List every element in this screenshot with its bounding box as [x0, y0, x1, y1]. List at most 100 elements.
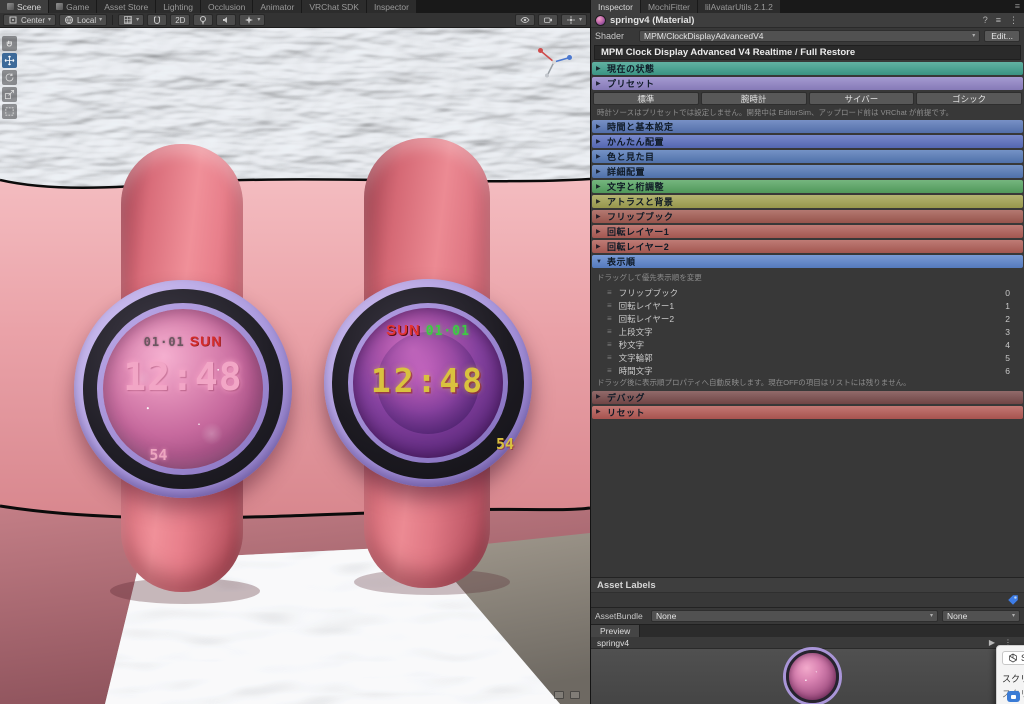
2d-toggle-button[interactable]: 2D: [170, 14, 191, 26]
drag-handle-icon[interactable]: ≡: [607, 340, 612, 349]
tab-lighting[interactable]: Lighting: [156, 0, 201, 13]
shader-edit-button[interactable]: Edit...: [984, 29, 1020, 42]
order-row-seconds-text[interactable]: ≡ 秒文字 4: [591, 338, 1024, 351]
left-watch-time: 12:48: [123, 355, 243, 400]
preset-cyber-button[interactable]: サイバー: [808, 92, 915, 105]
order-row-text-outline[interactable]: ≡ 文字輪郭 5: [591, 351, 1024, 364]
preset-gothic-button[interactable]: ゴシック: [916, 92, 1022, 105]
scene-camera-button[interactable]: [537, 14, 558, 26]
section-header-display-order[interactable]: ▼ 表示順: [592, 255, 1023, 269]
grid-visibility-button[interactable]: ▾: [118, 14, 145, 26]
preview-area[interactable]: [591, 649, 1024, 704]
move-icon: [4, 55, 15, 66]
scale-tool[interactable]: [2, 87, 17, 102]
assetbundle-dropdown[interactable]: None ▾: [651, 610, 938, 622]
drag-handle-icon[interactable]: ≡: [607, 353, 612, 362]
tab-inspector-left[interactable]: Inspector: [366, 0, 417, 13]
section-header-rotation-layer-1[interactable]: ▶ 回転レイヤー1: [592, 225, 1023, 239]
drag-handle-icon[interactable]: ≡: [607, 288, 612, 297]
right-watch-date: 01·01: [425, 323, 470, 339]
section-header-time-basic[interactable]: ▶ 時間と基本設定: [592, 120, 1023, 134]
tab-label: Occlusion: [207, 1, 246, 12]
help-icon[interactable]: ?: [981, 15, 990, 25]
section-header-detail-placement[interactable]: ▶ 詳細配置: [592, 165, 1023, 179]
drag-handle-icon[interactable]: ≡: [607, 314, 612, 323]
orientation-gizmo[interactable]: [534, 42, 574, 82]
kebab-menu-icon[interactable]: ⋮: [1007, 15, 1020, 25]
tab-game[interactable]: Game: [49, 0, 98, 13]
view-hand-tool[interactable]: [2, 36, 17, 51]
scene-effects-button[interactable]: ▾: [239, 14, 266, 26]
order-row-time-text[interactable]: ≡ 時間文字 6: [591, 364, 1024, 377]
assetbundle-variant-dropdown[interactable]: None ▾: [942, 610, 1020, 622]
tab-vrchat-sdk[interactable]: VRChat SDK: [302, 0, 367, 13]
rotate-tool[interactable]: [2, 70, 17, 85]
shader-value: MPM/ClockDisplayAdvancedV4: [644, 30, 764, 41]
preview-play-icon[interactable]: ▶: [989, 638, 995, 647]
tab-mochifitter[interactable]: MochiFitter: [640, 0, 699, 13]
order-item-label: 時間文字: [618, 365, 653, 376]
section-header-easy-placement[interactable]: ▶ かんたん配置: [592, 135, 1023, 149]
order-row-upper-text[interactable]: ≡ 上段文字 3: [591, 325, 1024, 338]
label-tag-icon[interactable]: [1007, 594, 1019, 606]
section-header-preset[interactable]: ▶ プリセット: [592, 77, 1023, 90]
scene-audio-button[interactable]: [216, 14, 237, 26]
rect-tool[interactable]: [2, 104, 17, 119]
section-header-reset[interactable]: ▶ リセット: [592, 405, 1023, 419]
tab-animator[interactable]: Animator: [253, 0, 303, 13]
drag-handle-icon[interactable]: ≡: [607, 301, 612, 310]
tab-asset-store[interactable]: Asset Store: [97, 0, 157, 13]
preset-note: 時計ソースはプリセットでは設定しません。開発中は EditorSim、アップロー…: [597, 108, 954, 117]
pivot-toggle-button[interactable]: Center ▾: [3, 14, 57, 26]
globe-icon: [65, 15, 74, 25]
unity-editor-window: Scene Game Asset Store Lighting Occlusio…: [0, 0, 1024, 704]
order-row-flipbook[interactable]: ≡ フリップブック 0: [591, 286, 1024, 299]
order-item-index: 5: [1005, 352, 1010, 363]
scene-visibility-button[interactable]: [514, 14, 535, 26]
scene-lighting-button[interactable]: [193, 14, 214, 26]
section-header-current-state[interactable]: ▶ 現在の状態: [592, 62, 1023, 75]
tab-label: Animator: [260, 1, 295, 12]
section-header-rotation-layer-2[interactable]: ▶ 回転レイヤー2: [592, 240, 1023, 254]
drag-handle-icon[interactable]: ≡: [607, 366, 612, 375]
space-toggle-button[interactable]: Local ▾: [59, 14, 108, 26]
foldout-icon: ▶: [596, 65, 601, 72]
foldout-icon: ▶: [596, 213, 601, 220]
order-row-rotation-1[interactable]: ≡ 回転レイヤー1 1: [591, 299, 1024, 312]
section-label: 表示順: [607, 257, 636, 268]
material-sphere-icon: [595, 14, 606, 26]
section-label: かんたん配置: [607, 137, 665, 148]
space-label: Local: [77, 15, 97, 25]
order-row-rotation-2[interactable]: ≡ 回転レイヤー2 2: [591, 312, 1024, 325]
viewport-overlay-icon[interactable]: [570, 691, 580, 699]
chevron-down-icon: ▾: [48, 17, 52, 23]
drag-handle-icon[interactable]: ≡: [607, 327, 612, 336]
scene-viewport[interactable]: 01·01 SUN 12:48 54 SUN 01·01 12:48 54: [0, 28, 590, 704]
shader-dropdown[interactable]: MPM/ClockDisplayAdvancedV4 ▾: [639, 29, 981, 42]
toast-button[interactable]: Sc: [1002, 651, 1024, 665]
viewport-stats-icon[interactable]: [554, 691, 564, 699]
tab-menu-icon[interactable]: ≡: [1011, 2, 1024, 11]
move-tool[interactable]: [2, 53, 17, 68]
section-header-flipbook[interactable]: ▶ フリップブック: [592, 210, 1023, 224]
tab-occlusion[interactable]: Occlusion: [200, 0, 254, 13]
snap-toggle-button[interactable]: [147, 14, 168, 26]
preset-wristwatch-button[interactable]: 腕時計: [700, 92, 807, 105]
presets-icon[interactable]: ≡: [994, 15, 1003, 25]
section-header-text-digits[interactable]: ▶ 文字と桁調整: [592, 180, 1023, 194]
section-header-color-look[interactable]: ▶ 色と見た目: [592, 150, 1023, 164]
tab-scene[interactable]: Scene: [0, 0, 50, 13]
gizmos-menu-button[interactable]: ▾: [560, 14, 587, 26]
asset-labels-header[interactable]: Asset Labels: [591, 577, 1024, 593]
preset-standard-button[interactable]: 標準: [593, 92, 699, 105]
section-label: 現在の状態: [607, 64, 655, 74]
section-label: 色と見た目: [607, 152, 655, 163]
tab-inspector[interactable]: Inspector: [591, 0, 641, 13]
preview-tab[interactable]: Preview: [591, 625, 641, 637]
preview-name-bar: springv4 ▶ ⋮: [591, 637, 1024, 649]
section-header-atlas-background[interactable]: ▶ アトラスと背景: [592, 195, 1023, 209]
tab-lilavatarutils[interactable]: lilAvatarUtils 2.1.2: [698, 0, 781, 13]
section-header-debug[interactable]: ▶ デバッグ: [592, 390, 1023, 404]
left-watch-date: 01·01: [143, 335, 185, 349]
collab-cloud-button[interactable]: [1007, 691, 1020, 702]
